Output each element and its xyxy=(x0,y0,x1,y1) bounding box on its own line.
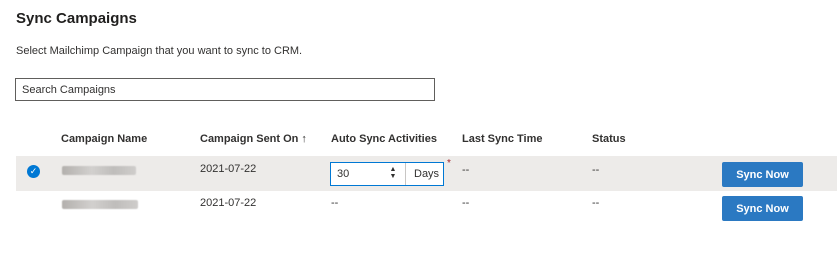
column-header-status[interactable]: Status xyxy=(592,133,626,145)
sync-now-button[interactable]: Sync Now xyxy=(722,162,803,187)
auto-sync-unit: Days xyxy=(414,168,440,180)
checkmark-icon[interactable]: ✓ xyxy=(27,165,40,178)
campaign-sent-on: 2021-07-22 xyxy=(200,163,257,175)
spin-up-icon[interactable]: ▲ xyxy=(389,166,397,173)
sync-now-button[interactable]: Sync Now xyxy=(722,196,803,221)
divider xyxy=(405,163,406,185)
auto-sync-days-input[interactable] xyxy=(331,163,397,185)
column-header-auto-sync[interactable]: Auto Sync Activities xyxy=(331,133,437,145)
status-value: -- xyxy=(592,164,600,176)
auto-sync-days-stepper[interactable]: ▲ ▼ Days xyxy=(330,162,444,186)
auto-sync-value: -- xyxy=(331,197,339,209)
sort-ascending-icon: ↑ xyxy=(301,133,307,145)
last-sync-time: -- xyxy=(462,164,470,176)
page-subtitle: Select Mailchimp Campaign that you want … xyxy=(16,45,303,57)
table-row[interactable]: ✓ 2021-07-22 ▲ ▼ Days * -- -- Sync Now xyxy=(16,156,837,191)
campaign-sent-on: 2021-07-22 xyxy=(200,197,257,209)
campaign-name-redacted xyxy=(62,166,136,175)
column-header-campaign-name[interactable]: Campaign Name xyxy=(61,133,147,145)
table-row[interactable]: 2021-07-22 -- -- -- Sync Now xyxy=(16,191,837,226)
search-input[interactable] xyxy=(15,78,435,101)
column-header-last-sync-time[interactable]: Last Sync Time xyxy=(462,133,543,145)
spin-buttons[interactable]: ▲ ▼ xyxy=(389,166,397,182)
column-header-campaign-sent-on[interactable]: Campaign Sent On ↑ xyxy=(200,133,307,145)
status-value: -- xyxy=(592,197,600,209)
column-header-label: Campaign Sent On xyxy=(200,133,299,145)
spin-down-icon[interactable]: ▼ xyxy=(389,173,397,180)
campaign-name-redacted xyxy=(62,200,138,209)
required-indicator: * xyxy=(447,158,451,169)
last-sync-time: -- xyxy=(462,197,470,209)
page-title: Sync Campaigns xyxy=(16,10,137,27)
